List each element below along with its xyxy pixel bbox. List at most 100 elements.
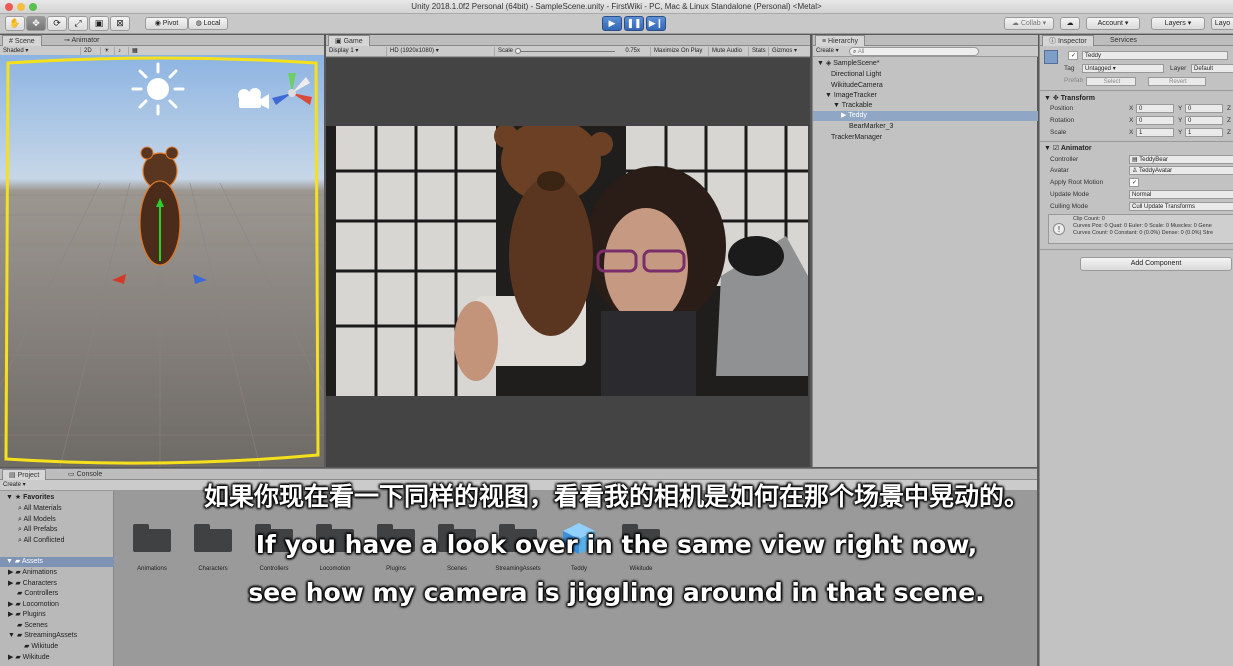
- layout-dropdown[interactable]: Layo: [1211, 17, 1233, 30]
- z-label: Z: [1227, 117, 1231, 124]
- tag-dropdown[interactable]: Untagged ▾: [1082, 64, 1164, 73]
- tag-label: Tag: [1064, 65, 1075, 72]
- controller-field[interactable]: ▤ TeddyBear: [1129, 155, 1233, 164]
- game-viewport[interactable]: [326, 58, 810, 467]
- rotation-x-field[interactable]: 0: [1136, 116, 1174, 125]
- asset-label: Scenes: [446, 566, 467, 572]
- maximize-on-play-toggle[interactable]: Maximize On Play: [650, 47, 708, 56]
- stats-toggle[interactable]: Stats: [748, 47, 768, 56]
- position-label: Position: [1050, 105, 1074, 112]
- avatar-field[interactable]: ♙ TeddyAvatar: [1129, 166, 1233, 175]
- divider: [1040, 141, 1233, 142]
- animator-header[interactable]: ▼ ☑ Animator: [1044, 144, 1092, 152]
- rotate-tool-icon[interactable]: ⟳: [47, 16, 67, 31]
- pause-button[interactable]: ❚❚: [624, 16, 644, 31]
- hierarchy-item-samplescene[interactable]: ▼ ◈ SampleScene*: [817, 59, 1037, 69]
- info-icon: !: [1053, 223, 1065, 235]
- transform-tool-icon[interactable]: ⊠: [110, 16, 130, 31]
- close-window-button[interactable]: [5, 3, 13, 11]
- hierarchy-item-wikitudecamera[interactable]: WikitudeCamera: [831, 81, 883, 91]
- root-motion-checkbox[interactable]: ✓: [1129, 178, 1139, 187]
- hierarchy-item-imagetracker[interactable]: ▼ ImageTracker: [825, 91, 877, 101]
- window-title: Unity 2018.1.0f2 Personal (64bit) - Samp…: [411, 2, 822, 11]
- layer-label: Layer: [1170, 65, 1187, 72]
- prefab-revert-button[interactable]: Revert: [1148, 77, 1206, 86]
- inspector-tab-bar: ⓘ Inspector Services: [1040, 35, 1233, 46]
- y-label: Y: [1178, 105, 1183, 112]
- scale-tool-icon[interactable]: ⤢: [68, 16, 88, 31]
- collab-dropdown[interactable]: ☁ Collab ▾: [1004, 17, 1054, 30]
- asset-label: Locomotion: [319, 566, 351, 572]
- cloud-icon[interactable]: ☁: [1060, 17, 1080, 30]
- tree-folder[interactable]: ▼ ▰ StreamingAssets: [8, 631, 77, 641]
- position-y-field[interactable]: 0: [1185, 104, 1223, 113]
- camera-feed: [326, 126, 808, 396]
- hierarchy-panel: ≡ Hierarchy Create ▾ ⌕ All ▼ ◈ SampleSce…: [812, 35, 1038, 467]
- asset-label: Teddy: [570, 566, 587, 572]
- move-tool-icon[interactable]: ✥: [26, 16, 46, 31]
- game-view-toolbar: Display 1 ▾ HD (1920x1080) ▾ Scale 0.75x …: [326, 46, 810, 57]
- hierarchy-tab-bar: ≡ Hierarchy: [813, 35, 1038, 46]
- culling-mode-dropdown[interactable]: Cull Update Transforms: [1129, 202, 1233, 211]
- transform-header[interactable]: ▼ ✥ Transform: [1044, 94, 1095, 102]
- game-tab-bar: ▣ Game: [326, 35, 810, 46]
- display-dropdown[interactable]: Display 1 ▾: [326, 47, 384, 56]
- tree-folder[interactable]: ▰ Wikitude: [24, 642, 58, 652]
- asset-label: Characters: [198, 566, 228, 572]
- culling-mode-label: Culling Mode: [1050, 203, 1088, 210]
- layers-dropdown[interactable]: Layers ▾: [1151, 17, 1205, 30]
- tab-services[interactable]: Services: [1104, 35, 1143, 46]
- active-checkbox[interactable]: ✓: [1068, 51, 1078, 60]
- tab-scene[interactable]: # Scene: [2, 35, 42, 46]
- favorite-item[interactable]: ⌕ All Models: [18, 515, 56, 525]
- tab-inspector[interactable]: ⓘ Inspector: [1042, 35, 1094, 46]
- hierarchy-item-directional-light[interactable]: Directional Light: [831, 70, 881, 80]
- hierarchy-item-trackable[interactable]: ▼ Trackable: [833, 101, 872, 111]
- zoom-window-button[interactable]: [29, 3, 37, 11]
- step-button[interactable]: ▶❙: [646, 16, 666, 31]
- hand-tool-icon[interactable]: ✋: [5, 16, 25, 31]
- subtitle-english-line2: see how my camera is jiggling around in …: [248, 578, 985, 607]
- layer-dropdown[interactable]: Default: [1191, 64, 1233, 73]
- tree-folder[interactable]: ▰ Scenes: [17, 621, 48, 631]
- scene-viewport[interactable]: [0, 55, 324, 467]
- subtitle-chinese: 如果你现在看一下同样的视图，看看我的相机是如何在那个场景中晃动的。: [203, 482, 1029, 511]
- animator-info-box: ! Clip Count: 0 Curves Pos: 0 Quat: 0 Eu…: [1048, 214, 1233, 244]
- hierarchy-item-teddy[interactable]: ▶ Teddy: [813, 111, 1038, 121]
- prefab-select-button[interactable]: Select: [1086, 77, 1136, 86]
- hierarchy-item-bearmarker[interactable]: BearMarker_3: [849, 122, 893, 132]
- position-x-field[interactable]: 0: [1136, 104, 1174, 113]
- asset-label: Animations: [137, 566, 167, 572]
- pivot-toggle[interactable]: ◉ Pivot: [145, 17, 188, 30]
- add-component-button[interactable]: Add Component: [1080, 257, 1232, 271]
- object-name-field[interactable]: Teddy: [1082, 51, 1228, 60]
- update-mode-dropdown[interactable]: Normal: [1129, 190, 1233, 199]
- tab-animator[interactable]: ⊸ Animator: [58, 35, 105, 46]
- tree-folder[interactable]: ▶ ▰ Wikitude: [8, 653, 50, 663]
- mute-audio-toggle[interactable]: Mute Audio: [708, 47, 748, 56]
- tab-game[interactable]: ▣ Game: [328, 35, 370, 46]
- gameobject-icon: [1044, 50, 1058, 64]
- hierarchy-search-input[interactable]: ⌕ All: [849, 47, 979, 56]
- root-motion-label: Apply Root Motion: [1050, 179, 1104, 186]
- local-toggle[interactable]: ◍ Local: [188, 17, 228, 30]
- rect-tool-icon[interactable]: ▣: [89, 16, 109, 31]
- hierarchy-item-trackermanager[interactable]: TrackerManager: [831, 133, 882, 143]
- tab-hierarchy[interactable]: ≡ Hierarchy: [815, 35, 865, 46]
- rotation-y-field[interactable]: 0: [1185, 116, 1223, 125]
- update-mode-label: Update Mode: [1050, 191, 1090, 198]
- account-dropdown[interactable]: Account ▾: [1086, 17, 1140, 30]
- subtitle-english-line1: If you have a look over in the same view…: [255, 530, 978, 559]
- scale-x-field[interactable]: 1: [1136, 128, 1174, 137]
- inspector-panel: ⓘ Inspector Services ✓ Teddy Tag Untagge…: [1039, 35, 1233, 666]
- asset-label: StreamingAssets: [495, 566, 541, 572]
- minimize-window-button[interactable]: [17, 3, 25, 11]
- resolution-dropdown[interactable]: HD (1920x1080) ▾: [386, 47, 492, 56]
- play-button[interactable]: ▶: [602, 16, 622, 31]
- asset-label: Plugins: [386, 566, 406, 572]
- scale-y-field[interactable]: 1: [1185, 128, 1223, 137]
- hierarchy-create-dropdown[interactable]: Create ▾: [813, 47, 847, 56]
- tree-folder[interactable]: ▶ ▰ Plugins: [8, 610, 46, 620]
- gizmos-dropdown[interactable]: Gizmos ▾: [768, 47, 808, 56]
- scale-slider[interactable]: Scale 0.75x: [494, 47, 642, 56]
